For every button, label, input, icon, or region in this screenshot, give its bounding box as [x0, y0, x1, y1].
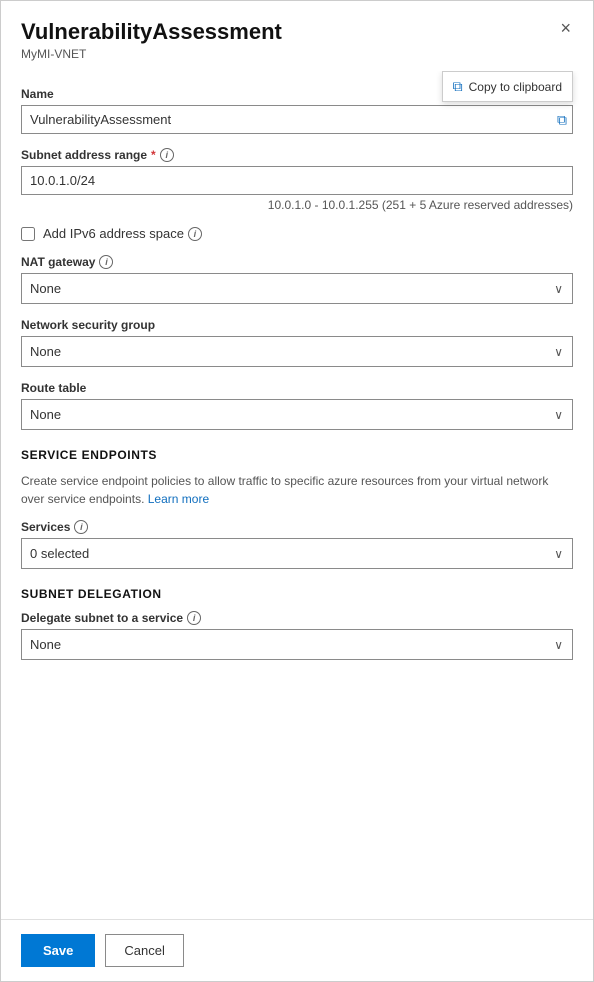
nsg-select[interactable]: None — [21, 336, 573, 367]
delegate-info-icon[interactable]: i — [187, 611, 201, 625]
ipv6-label: Add IPv6 address space i — [43, 226, 202, 241]
close-button[interactable]: × — [554, 17, 577, 39]
panel-body: ⧉ Copy to clipboard Name ⧉ Subnet addres… — [1, 71, 593, 919]
clipboard-tooltip: ⧉ Copy to clipboard — [442, 71, 573, 102]
panel-footer: Save Cancel — [1, 919, 593, 981]
panel-title: VulnerabilityAssessment — [21, 19, 573, 45]
subnet-address-input[interactable] — [21, 166, 573, 195]
nat-gateway-field-group: NAT gateway i None ∨ — [21, 255, 573, 304]
services-info-icon[interactable]: i — [74, 520, 88, 534]
nat-gateway-select-wrapper: None ∨ — [21, 273, 573, 304]
subnet-address-info-icon[interactable]: i — [160, 148, 174, 162]
name-input-wrapper: ⧉ — [21, 105, 573, 134]
nat-gateway-select[interactable]: None — [21, 273, 573, 304]
route-table-select-wrapper: None ∨ — [21, 399, 573, 430]
nat-gateway-info-icon[interactable]: i — [99, 255, 113, 269]
route-table-label: Route table — [21, 381, 573, 395]
delegate-field-group: Delegate subnet to a service i None ∨ — [21, 611, 573, 660]
subnet-delegation-heading: SUBNET DELEGATION — [21, 587, 573, 601]
subnet-address-label: Subnet address range * i — [21, 148, 573, 162]
services-label: Services i — [21, 520, 573, 534]
save-button[interactable]: Save — [21, 934, 95, 967]
cancel-button[interactable]: Cancel — [105, 934, 183, 967]
learn-more-link[interactable]: Learn more — [148, 492, 209, 506]
subnet-address-field-group: Subnet address range * i 10.0.1.0 - 10.0… — [21, 148, 573, 212]
services-select-wrapper: 0 selected ∨ — [21, 538, 573, 569]
panel: VulnerabilityAssessment MyMI-VNET × ⧉ Co… — [0, 0, 594, 982]
required-star: * — [151, 148, 156, 162]
nsg-field-group: Network security group None ∨ — [21, 318, 573, 367]
panel-header: VulnerabilityAssessment MyMI-VNET × — [1, 1, 593, 71]
address-hint: 10.0.1.0 - 10.0.1.255 (251 + 5 Azure res… — [21, 198, 573, 212]
services-select[interactable]: 0 selected — [21, 538, 573, 569]
delegate-select[interactable]: None — [21, 629, 573, 660]
nsg-label: Network security group — [21, 318, 573, 332]
services-field-group: Services i 0 selected ∨ — [21, 520, 573, 569]
clipboard-icon: ⧉ — [453, 78, 463, 95]
name-copy-icon[interactable]: ⧉ — [557, 111, 567, 128]
service-endpoints-description: Create service endpoint policies to allo… — [21, 472, 573, 508]
ipv6-checkbox[interactable] — [21, 227, 35, 241]
nat-gateway-label: NAT gateway i — [21, 255, 573, 269]
nsg-select-wrapper: None ∨ — [21, 336, 573, 367]
route-table-field-group: Route table None ∨ — [21, 381, 573, 430]
delegate-label: Delegate subnet to a service i — [21, 611, 573, 625]
name-input[interactable] — [21, 105, 573, 134]
ipv6-checkbox-row: Add IPv6 address space i — [21, 226, 573, 241]
subnet-address-input-wrapper — [21, 166, 573, 195]
panel-subtitle: MyMI-VNET — [21, 47, 573, 61]
service-endpoints-heading: SERVICE ENDPOINTS — [21, 448, 573, 462]
delegate-select-wrapper: None ∨ — [21, 629, 573, 660]
ipv6-info-icon[interactable]: i — [188, 227, 202, 241]
route-table-select[interactable]: None — [21, 399, 573, 430]
clipboard-tooltip-label: Copy to clipboard — [469, 80, 562, 94]
